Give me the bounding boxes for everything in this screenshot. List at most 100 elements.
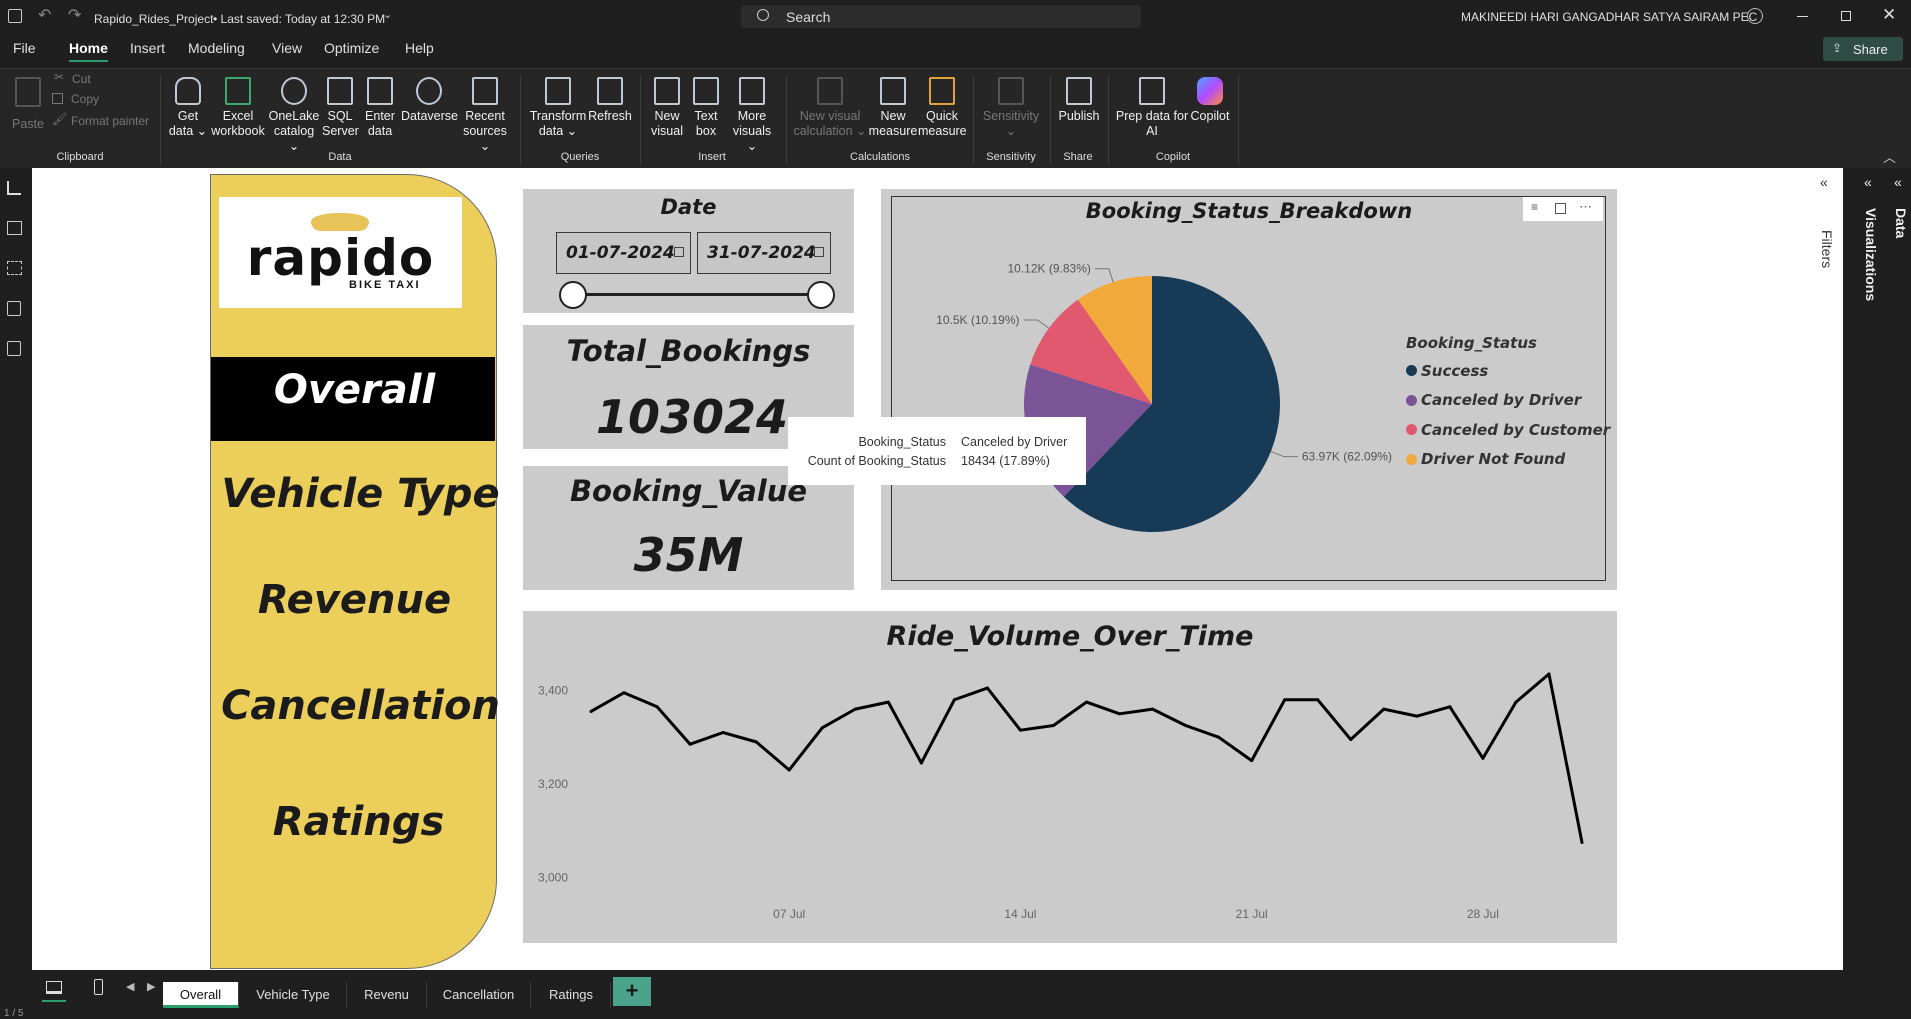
- x-tick-label: 14 Jul: [1004, 907, 1036, 921]
- y-tick-label: 3,000: [538, 871, 568, 885]
- model-view-icon[interactable]: [7, 261, 22, 275]
- desktop-layout-icon[interactable]: [46, 981, 62, 994]
- dataverse-button[interactable]: Dataverse: [401, 77, 458, 124]
- end-date-input[interactable]: 31-07-2024: [697, 232, 831, 274]
- format-painter-button[interactable]: Format painter: [71, 114, 149, 128]
- calendar-icon[interactable]: [674, 247, 684, 257]
- tab-ratings[interactable]: Ratings: [532, 982, 611, 1008]
- menu-file[interactable]: File: [13, 40, 36, 56]
- next-page-icon[interactable]: ▶: [147, 980, 155, 993]
- new-visual-calculation-button[interactable]: New visual calculation ⌄: [792, 77, 868, 139]
- sql-label: SQL: [327, 109, 353, 123]
- cut-button[interactable]: Cut: [72, 72, 91, 86]
- nav-cancellation[interactable]: Cancellation: [217, 683, 504, 729]
- line-data-point: [1118, 712, 1122, 716]
- calendar-icon[interactable]: [814, 247, 824, 257]
- ride-volume-line: [590, 672, 1584, 843]
- menu-help[interactable]: Help: [405, 40, 434, 56]
- sql-server-button[interactable]: SQL Server: [322, 77, 359, 139]
- group-copilot: Copilot: [1155, 151, 1191, 163]
- group-clipboard: Clipboard: [56, 151, 104, 163]
- nav-revenue[interactable]: Revenue: [211, 577, 498, 623]
- report-view-icon[interactable]: [7, 181, 21, 195]
- line-data-point: [1580, 841, 1584, 844]
- user-name[interactable]: MAKINEEDI HARI GANGADHAR SATYA SAIRAM PE…: [1461, 10, 1757, 24]
- menu-insert[interactable]: Insert: [130, 40, 165, 56]
- recent-sources-button[interactable]: Recent sources ⌄: [458, 77, 512, 154]
- new-measure-button[interactable]: New measure: [868, 77, 918, 139]
- paste-button[interactable]: Paste: [8, 77, 48, 132]
- search-icon: [757, 9, 769, 21]
- publish-button[interactable]: Publish: [1056, 77, 1102, 124]
- copilot-button[interactable]: Copilot: [1188, 77, 1232, 124]
- pie-data-label: 10.12K (9.83%): [1007, 262, 1090, 276]
- new-visual-label: New: [654, 109, 680, 123]
- legend-item[interactable]: Success: [1406, 356, 1610, 386]
- tab-cancellation[interactable]: Cancellation: [427, 982, 531, 1008]
- menu-optimize[interactable]: Optimize: [324, 40, 379, 56]
- dataverse-icon: [416, 77, 442, 105]
- save-icon[interactable]: [8, 9, 22, 23]
- expand-visualizations-icon[interactable]: «: [1864, 174, 1872, 190]
- search-box[interactable]: Search: [741, 5, 1141, 28]
- new-visual-button[interactable]: New visual: [648, 77, 686, 139]
- menu-home[interactable]: Home: [69, 40, 108, 62]
- filters-pane[interactable]: « Filters: [1810, 168, 1843, 970]
- line-data-point: [688, 742, 692, 746]
- document-title[interactable]: Rapido_Rides_Project: [94, 12, 213, 26]
- undo-icon[interactable]: ↶: [38, 5, 51, 25]
- tooltip-key-2: Count of Booking_Status: [807, 454, 946, 468]
- close-icon[interactable]: ✕: [1882, 5, 1896, 25]
- dataverse-label: Dataverse: [401, 109, 458, 123]
- expand-data-icon[interactable]: «: [1894, 174, 1902, 190]
- text-box-button[interactable]: Text box: [688, 77, 724, 139]
- prep-data-for-ai-button[interactable]: Prep data for AI: [1114, 77, 1190, 139]
- quick-measure-button[interactable]: Quick measure: [918, 77, 967, 139]
- onelake-catalog-button[interactable]: OneLake catalog ⌄: [268, 77, 320, 154]
- get-data-button[interactable]: Get data ⌄: [168, 77, 208, 139]
- tab-vehicle-type[interactable]: Vehicle Type: [240, 982, 347, 1008]
- expand-filters-icon[interactable]: «: [1820, 174, 1828, 190]
- legend-label: Success: [1421, 361, 1489, 380]
- copy-button[interactable]: Copy: [71, 92, 99, 106]
- dax-query-icon[interactable]: [7, 301, 21, 316]
- date-range-start-handle[interactable]: [559, 281, 587, 309]
- avatar[interactable]: [1747, 8, 1763, 24]
- menu-view[interactable]: View: [272, 40, 302, 56]
- menu-modeling[interactable]: Modeling: [188, 40, 245, 56]
- nav-overall[interactable]: Overall: [211, 367, 498, 413]
- visualizations-pane-toggle[interactable]: « Visualizations: [1858, 168, 1888, 970]
- share-button[interactable]: ⇪ Share: [1823, 37, 1903, 61]
- group-share: Share: [1063, 151, 1093, 163]
- sensitivity-button[interactable]: Sensitivity ⌄: [980, 77, 1042, 139]
- minimize-icon[interactable]: [1797, 16, 1808, 17]
- tab-revenu[interactable]: Revenu: [347, 982, 427, 1008]
- collapse-ribbon-icon[interactable]: ︿: [1883, 147, 1896, 166]
- group-data: Data: [328, 151, 352, 163]
- transform-data-button[interactable]: Transform data ⌄: [528, 77, 588, 139]
- enter-data-button[interactable]: Enter data: [360, 77, 400, 139]
- more-visuals-button[interactable]: More visuals ⌄: [726, 77, 778, 154]
- onelake-icon: [281, 77, 307, 105]
- paste-label: Paste: [12, 117, 44, 131]
- tmdl-view-icon[interactable]: [7, 341, 21, 356]
- refresh-button[interactable]: Refresh: [588, 77, 632, 124]
- data-pane-toggle[interactable]: « Data: [1888, 168, 1911, 970]
- transform-label: Transform: [529, 109, 587, 123]
- add-page-button[interactable]: +: [613, 977, 651, 1006]
- redo-icon[interactable]: ↷: [68, 5, 81, 25]
- maximize-icon[interactable]: [1841, 11, 1851, 21]
- chevron-down-icon[interactable]: ⌄: [383, 8, 392, 21]
- excel-workbook-button[interactable]: Excel workbook: [210, 77, 266, 139]
- legend-item[interactable]: Canceled by Customer: [1406, 415, 1610, 445]
- legend-item[interactable]: Canceled by Driver: [1406, 386, 1610, 416]
- nav-vehicle-type[interactable]: Vehicle Type: [217, 471, 504, 517]
- table-view-icon[interactable]: [7, 221, 22, 235]
- date-range-end-handle[interactable]: [807, 281, 835, 309]
- nav-ratings[interactable]: Ratings: [215, 799, 502, 845]
- start-date-input[interactable]: 01-07-2024: [556, 232, 691, 274]
- previous-page-icon[interactable]: ◀: [126, 980, 134, 993]
- mobile-layout-icon[interactable]: [94, 979, 103, 995]
- tab-overall[interactable]: Overall: [163, 982, 239, 1008]
- legend-item[interactable]: Driver Not Found: [1406, 445, 1610, 475]
